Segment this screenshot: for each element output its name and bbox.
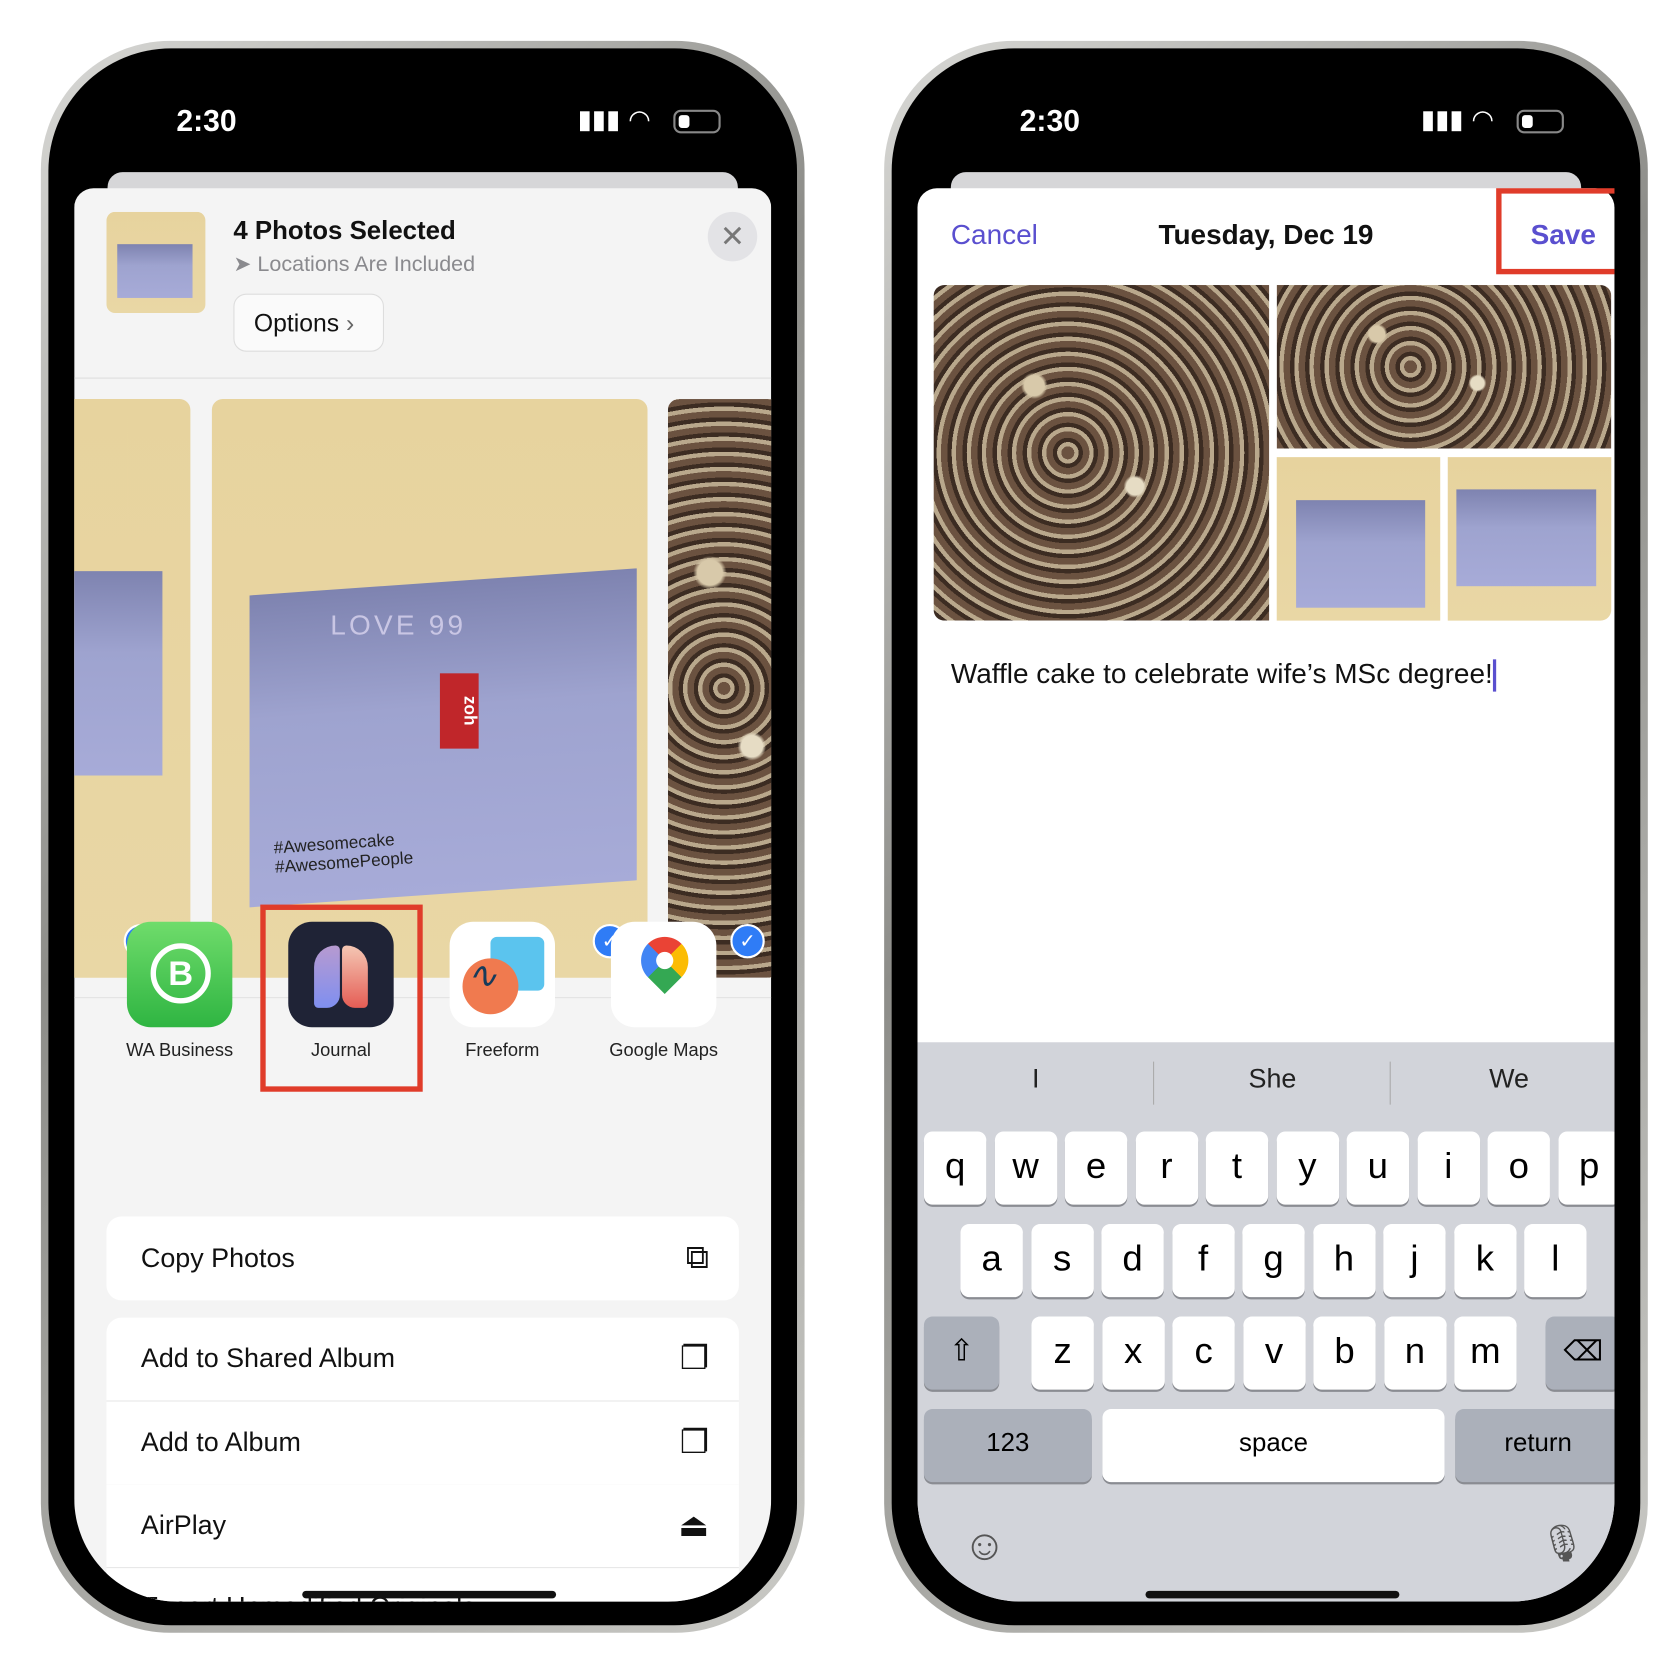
shift-key[interactable]: ⇧	[923, 1316, 1000, 1390]
action-copy-photos[interactable]: Copy Photos ⧉	[106, 1216, 739, 1301]
entry-photo[interactable]	[933, 285, 1270, 621]
left-phone: 2:30 ▮▮▮ ◠ 4 Photos Selected ➤ Locations…	[40, 40, 805, 1633]
key-a[interactable]: a	[960, 1224, 1023, 1298]
key-n[interactable]: n	[1383, 1316, 1447, 1390]
key-x[interactable]: x	[1101, 1316, 1165, 1390]
key-s[interactable]: s	[1030, 1224, 1094, 1298]
key-m[interactable]: m	[1454, 1316, 1517, 1390]
entry-photo[interactable]	[1447, 457, 1612, 621]
wifi-icon: ◠	[628, 105, 651, 135]
key-i[interactable]: i	[1417, 1131, 1480, 1205]
add-album-icon: ❐	[679, 1425, 709, 1461]
save-highlight	[1496, 188, 1615, 275]
wifi-icon: ◠	[1471, 105, 1494, 135]
copy-icon: ⧉	[685, 1240, 709, 1276]
key-e[interactable]: e	[1064, 1131, 1128, 1205]
backspace-key[interactable]: ⌫	[1545, 1316, 1615, 1390]
share-title: 4 Photos Selected	[233, 216, 456, 246]
entry-text-field[interactable]: Waffle cake to celebrate wife’s MSc degr…	[951, 657, 1497, 692]
suggestion[interactable]: I	[928, 1064, 1143, 1095]
selected-thumbnail	[106, 211, 206, 313]
cellular-icon: ▮▮▮	[1420, 105, 1464, 135]
key-z[interactable]: z	[1031, 1316, 1094, 1390]
backspace-icon: ⌫	[1563, 1334, 1604, 1368]
microphone-icon[interactable]: 🎙	[1539, 1522, 1585, 1565]
key-o[interactable]: o	[1487, 1131, 1550, 1205]
whatsapp-business-icon: B	[126, 921, 233, 1028]
right-screen: 2:30 ▮▮▮ ◠ Cancel Tuesday, Dec 19 Save W…	[917, 72, 1615, 1602]
airplay-icon: ⏏	[678, 1507, 709, 1544]
suggestion[interactable]: She	[1165, 1064, 1380, 1095]
location-arrow-icon: ➤	[233, 252, 258, 277]
emoji-icon[interactable]: ☺	[963, 1522, 1007, 1570]
entry-photo[interactable]	[1276, 285, 1612, 449]
key-h[interactable]: h	[1312, 1224, 1376, 1298]
key-p[interactable]: p	[1558, 1131, 1615, 1205]
journal-highlight	[260, 904, 423, 1092]
key-w[interactable]: w	[994, 1131, 1057, 1205]
home-indicator	[1145, 1590, 1400, 1599]
key-j[interactable]: j	[1383, 1224, 1446, 1298]
action-add-album[interactable]: Add to Album ❐	[106, 1401, 739, 1486]
options-button[interactable]: Options ›	[233, 293, 384, 352]
chevron-right-icon: ›	[345, 308, 355, 337]
battery-icon	[1516, 109, 1564, 134]
key-g[interactable]: g	[1242, 1224, 1305, 1298]
app-wa-business[interactable]: B WA Business	[115, 921, 244, 1062]
google-maps-icon	[610, 921, 717, 1028]
photo-thumbnail-main[interactable]: LOVE 99 zoh #Awesomecake #AwesomePeople ✓	[211, 399, 648, 978]
keyboard: I She We qwertyuiopasdfghjklzxcvbnm ⇧ ⌫ …	[917, 1042, 1615, 1602]
text-cursor	[1492, 659, 1497, 692]
left-screen: 2:30 ▮▮▮ ◠ 4 Photos Selected ➤ Locations…	[74, 72, 772, 1602]
battery-icon	[673, 109, 721, 134]
action-airplay[interactable]: AirPlay ⏏	[106, 1484, 739, 1569]
return-key[interactable]: return	[1455, 1409, 1615, 1483]
photo-thumbnail[interactable]: ✓	[74, 399, 191, 978]
key-d[interactable]: d	[1101, 1224, 1164, 1298]
key-b[interactable]: b	[1313, 1316, 1376, 1390]
app-google-maps[interactable]: Google Maps	[599, 921, 728, 1062]
right-phone: 2:30 ▮▮▮ ◠ Cancel Tuesday, Dec 19 Save W…	[884, 40, 1648, 1633]
suggestion[interactable]: We	[1402, 1064, 1615, 1095]
key-y[interactable]: y	[1276, 1131, 1339, 1205]
share-subtitle: Locations Are Included	[257, 252, 476, 277]
close-button[interactable]: ✕	[707, 211, 758, 262]
key-k[interactable]: k	[1453, 1224, 1517, 1298]
status-time: 2:30	[1019, 104, 1080, 138]
key-t[interactable]: t	[1205, 1131, 1269, 1205]
freeform-icon: ∿	[449, 921, 556, 1028]
shared-album-icon: ❐	[679, 1341, 709, 1377]
action-add-shared-album[interactable]: Add to Shared Album ❐	[106, 1317, 739, 1402]
key-q[interactable]: q	[923, 1131, 987, 1205]
space-key[interactable]: space	[1102, 1409, 1445, 1483]
folder-icon: 🗀	[681, 1592, 709, 1601]
home-indicator	[302, 1590, 557, 1599]
cellular-icon: ▮▮▮	[577, 105, 621, 135]
shift-icon: ⇧	[948, 1333, 975, 1368]
status-time: 2:30	[176, 104, 237, 138]
key-f[interactable]: f	[1171, 1224, 1235, 1298]
checkmark-icon: ✓	[730, 923, 765, 959]
key-r[interactable]: r	[1135, 1131, 1198, 1205]
numbers-key[interactable]: 123	[923, 1409, 1092, 1483]
entry-photo[interactable]	[1276, 457, 1441, 621]
key-u[interactable]: u	[1346, 1131, 1410, 1205]
key-v[interactable]: v	[1242, 1316, 1306, 1390]
key-l[interactable]: l	[1524, 1224, 1587, 1298]
photo-thumbnail[interactable]: ✓	[667, 399, 772, 978]
app-freeform[interactable]: ∿ Freeform	[438, 921, 567, 1062]
key-c[interactable]: c	[1172, 1316, 1235, 1390]
